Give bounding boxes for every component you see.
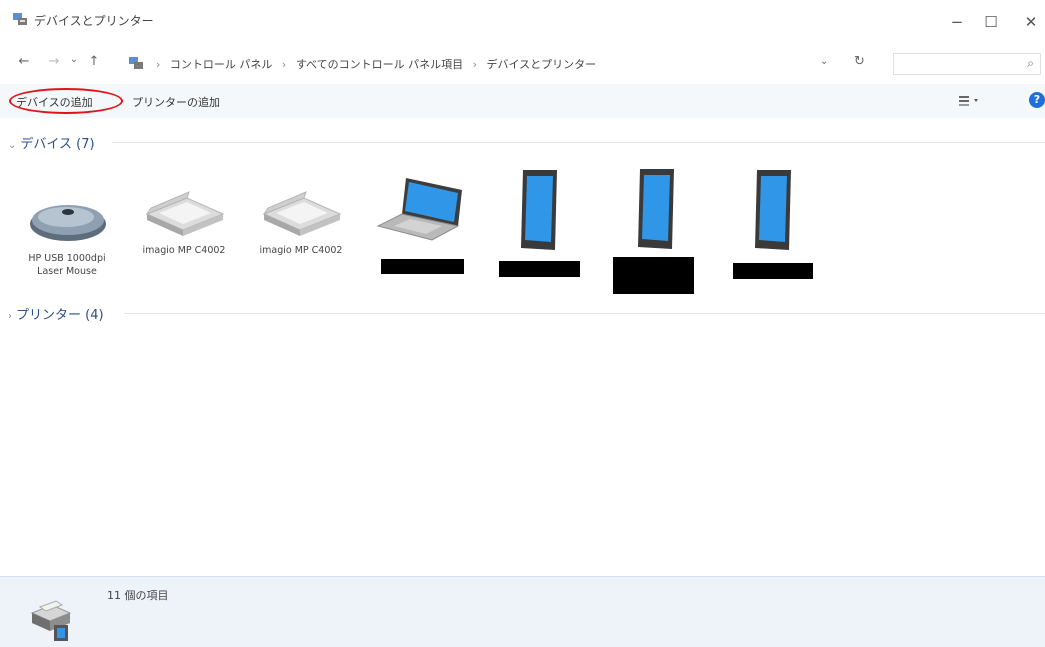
- redacted-label: [613, 257, 694, 294]
- device-item-mouse[interactable]: HP USB 1000dpi Laser Mouse: [17, 190, 117, 278]
- device-item-scanner[interactable]: imagio MP C4002: [251, 188, 351, 257]
- breadcrumb: › コントロール パネル › すべてのコントロール パネル項目 › デバイスとプ…: [150, 56, 596, 72]
- window-title: デバイスとプリンター: [34, 14, 154, 28]
- device-label: HP USB 1000dpi Laser Mouse: [28, 253, 106, 277]
- add-printer-button[interactable]: プリンターの追加: [132, 94, 220, 110]
- address-dropdown-button[interactable]: ⌄: [820, 56, 828, 67]
- close-button[interactable]: ✕: [1016, 8, 1045, 36]
- redacted-label: [381, 259, 464, 274]
- help-button[interactable]: ?: [1029, 92, 1045, 108]
- scanner-icon: [262, 191, 342, 236]
- mouse-icon: [30, 205, 106, 241]
- breadcrumb-all-items[interactable]: すべてのコントロール パネル項目: [296, 58, 463, 71]
- search-icon: ⌕: [1027, 56, 1034, 70]
- device-item-laptop[interactable]: [372, 174, 472, 244]
- item-count: 11 個の項目: [107, 589, 169, 602]
- up-button[interactable]: ↑: [86, 54, 102, 69]
- status-bar: 11 個の項目: [0, 576, 1045, 647]
- breadcrumb-separator: ›: [156, 58, 161, 71]
- view-options-icon[interactable]: [957, 93, 981, 107]
- device-item-scanner[interactable]: imagio MP C4002: [134, 188, 234, 257]
- redacted-label: [499, 261, 580, 277]
- minimize-button[interactable]: −: [942, 8, 972, 36]
- devices-group-label: デバイス (7): [20, 137, 95, 152]
- annotation-circle: [9, 88, 123, 114]
- group-divider: [124, 313, 1045, 314]
- devices-printers-icon: [129, 57, 143, 69]
- devices-group-header[interactable]: ⌄ デバイス (7): [8, 133, 95, 152]
- title-bar: デバイスとプリンター − ☐ ✕: [0, 0, 1045, 44]
- group-divider: [112, 142, 1045, 143]
- device-label: imagio MP C4002: [259, 245, 343, 256]
- breadcrumb-separator: ›: [472, 58, 478, 71]
- printers-group-header[interactable]: › プリンター (4): [8, 304, 104, 323]
- search-input[interactable]: ⌕: [893, 53, 1041, 75]
- breadcrumb-devices-printers[interactable]: デバイスとプリンター: [487, 58, 597, 71]
- command-bar: デバイスの追加 プリンターの追加 ?: [0, 84, 1045, 118]
- breadcrumb-separator: ›: [281, 58, 287, 71]
- breadcrumb-control-panel[interactable]: コントロール パネル: [170, 58, 273, 71]
- phone-icon: [638, 169, 674, 249]
- chevron-right-icon: ›: [8, 311, 12, 322]
- printer-icon: [30, 600, 72, 641]
- scanner-icon: [145, 191, 225, 236]
- devices-printers-icon: [13, 13, 27, 25]
- phone-icon: [755, 170, 791, 250]
- address-bar[interactable]: › コントロール パネル › すべてのコントロール パネル項目 › デバイスとプ…: [122, 53, 880, 75]
- refresh-button[interactable]: ↻: [854, 54, 865, 69]
- forward-button[interactable]: →: [46, 54, 62, 69]
- recent-locations-button[interactable]: ⌄: [66, 54, 82, 65]
- chevron-down-icon: ⌄: [8, 140, 17, 151]
- device-label: imagio MP C4002: [142, 245, 226, 256]
- printers-group-label: プリンター (4): [16, 308, 104, 323]
- device-item-phone[interactable]: [490, 166, 590, 252]
- phone-icon: [521, 170, 557, 250]
- redacted-label: [733, 263, 813, 279]
- back-button[interactable]: ←: [16, 54, 32, 69]
- device-item-phone[interactable]: [724, 166, 824, 252]
- device-item-phone[interactable]: [607, 165, 707, 251]
- maximize-button[interactable]: ☐: [976, 8, 1006, 36]
- laptop-icon: [376, 178, 462, 241]
